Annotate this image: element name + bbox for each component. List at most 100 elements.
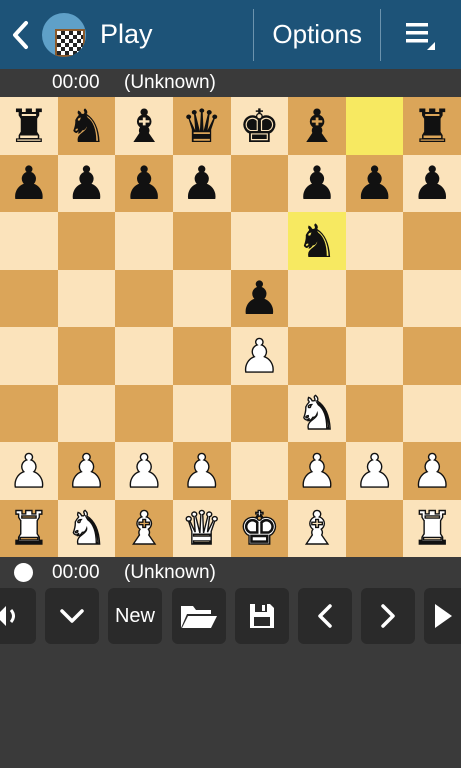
save-game-button[interactable] <box>235 588 289 644</box>
board-square[interactable] <box>115 384 173 442</box>
board-square[interactable]: ♝ <box>115 499 173 557</box>
board-square[interactable] <box>0 269 58 327</box>
overflow-menu-button[interactable] <box>381 0 461 69</box>
board-square[interactable]: ♞ <box>288 384 346 442</box>
expand-button[interactable] <box>45 588 99 644</box>
white-pawn-icon[interactable]: ♟ <box>7 447 50 494</box>
white-king-icon[interactable]: ♚ <box>238 505 281 552</box>
board-square[interactable] <box>345 212 404 270</box>
black-bishop-icon[interactable]: ♝ <box>123 103 164 149</box>
board-square[interactable]: ♟ <box>288 154 346 212</box>
white-queen-icon[interactable]: ♛ <box>180 505 223 552</box>
board-square[interactable] <box>115 327 173 385</box>
board-square[interactable]: ♟ <box>288 442 346 500</box>
board-square[interactable] <box>288 327 346 385</box>
open-game-button[interactable] <box>172 588 226 644</box>
board-square[interactable] <box>230 384 289 442</box>
board-square[interactable] <box>172 212 231 270</box>
board-square[interactable] <box>345 269 404 327</box>
white-bishop-icon[interactable]: ♝ <box>296 505 339 552</box>
board-square[interactable] <box>0 384 58 442</box>
black-king-icon[interactable]: ♚ <box>239 103 280 149</box>
board-square[interactable] <box>0 327 58 385</box>
black-pawn-icon[interactable]: ♟ <box>239 275 280 321</box>
black-pawn-icon[interactable]: ♟ <box>8 160 49 206</box>
board-square[interactable]: ♟ <box>57 442 116 500</box>
app-logo-icon[interactable] <box>42 12 86 57</box>
white-pawn-icon[interactable]: ♟ <box>180 447 223 494</box>
board-square[interactable]: ♚ <box>230 499 289 557</box>
white-rook-icon[interactable]: ♜ <box>7 505 50 552</box>
white-pawn-icon[interactable]: ♟ <box>238 332 281 379</box>
board-square[interactable] <box>345 97 404 155</box>
black-pawn-icon[interactable]: ♟ <box>412 160 453 206</box>
board-square[interactable]: ♞ <box>57 499 116 557</box>
board-square[interactable]: ♟ <box>345 154 404 212</box>
board-square[interactable]: ♛ <box>172 97 231 155</box>
black-rook-icon[interactable]: ♜ <box>412 103 453 149</box>
black-pawn-icon[interactable]: ♟ <box>66 160 107 206</box>
board-square[interactable] <box>230 212 289 270</box>
black-rook-icon[interactable]: ♜ <box>8 103 49 149</box>
board-square[interactable]: ♞ <box>288 212 346 270</box>
options-button[interactable]: Options <box>254 19 380 50</box>
board-square[interactable] <box>172 384 231 442</box>
play-button[interactable] <box>424 588 461 644</box>
board-square[interactable]: ♟ <box>345 442 404 500</box>
board-square[interactable] <box>57 212 116 270</box>
sound-button[interactable] <box>0 588 36 644</box>
board-square[interactable]: ♟ <box>172 442 231 500</box>
board-square[interactable]: ♟ <box>0 442 58 500</box>
white-pawn-icon[interactable]: ♟ <box>411 447 454 494</box>
board-square[interactable] <box>172 269 231 327</box>
board-square[interactable]: ♟ <box>403 154 461 212</box>
white-knight-icon[interactable]: ♞ <box>65 505 108 552</box>
board-square[interactable]: ♟ <box>403 442 461 500</box>
board-square[interactable]: ♚ <box>230 97 289 155</box>
black-queen-icon[interactable]: ♛ <box>181 103 222 149</box>
board-square[interactable] <box>345 384 404 442</box>
board-square[interactable] <box>172 327 231 385</box>
black-bishop-icon[interactable]: ♝ <box>296 103 337 149</box>
board-square[interactable]: ♜ <box>403 499 461 557</box>
board-square[interactable] <box>345 499 404 557</box>
board-square[interactable]: ♞ <box>57 97 116 155</box>
board-square[interactable]: ♟ <box>172 154 231 212</box>
board-square[interactable]: ♟ <box>57 154 116 212</box>
back-button[interactable] <box>0 0 40 69</box>
white-pawn-icon[interactable]: ♟ <box>353 447 396 494</box>
board-square[interactable] <box>57 384 116 442</box>
board-square[interactable] <box>230 442 289 500</box>
next-move-button[interactable] <box>361 588 415 644</box>
white-knight-icon[interactable]: ♞ <box>296 390 339 437</box>
board-square[interactable]: ♟ <box>0 154 58 212</box>
white-pawn-icon[interactable]: ♟ <box>123 447 166 494</box>
chess-board[interactable]: ♜ ♞ ♝ ♛ ♚ ♝ ♜ ♟ ♟ ♟ ♟ ♟ ♟ ♟ ♞ ♟ ♟ ♞ ♟ ♟ ♟ ♟ ♟ ♟ ♟ ♜ ♞ ♝ ♛ ♚ ♝ ♜ <box>0 97 461 557</box>
board-square[interactable] <box>57 327 116 385</box>
board-square[interactable]: ♟ <box>115 154 173 212</box>
black-pawn-icon[interactable]: ♟ <box>354 160 395 206</box>
board-square[interactable]: ♝ <box>288 499 346 557</box>
board-square[interactable] <box>57 269 116 327</box>
white-pawn-icon[interactable]: ♟ <box>65 447 108 494</box>
black-pawn-icon[interactable]: ♟ <box>181 160 222 206</box>
board-square[interactable]: ♝ <box>115 97 173 155</box>
white-bishop-icon[interactable]: ♝ <box>123 505 166 552</box>
black-pawn-icon[interactable]: ♟ <box>123 160 164 206</box>
board-square[interactable] <box>345 327 404 385</box>
board-square[interactable] <box>403 327 461 385</box>
board-square[interactable]: ♟ <box>115 442 173 500</box>
board-square[interactable] <box>115 212 173 270</box>
board-square[interactable] <box>230 154 289 212</box>
board-square[interactable] <box>403 384 461 442</box>
black-pawn-icon[interactable]: ♟ <box>296 160 337 206</box>
board-square[interactable] <box>288 269 346 327</box>
board-square[interactable]: ♛ <box>172 499 231 557</box>
white-rook-icon[interactable]: ♜ <box>411 505 454 552</box>
board-square[interactable] <box>0 212 58 270</box>
board-square[interactable] <box>115 269 173 327</box>
board-square[interactable]: ♜ <box>0 499 58 557</box>
white-pawn-icon[interactable]: ♟ <box>296 447 339 494</box>
board-square[interactable]: ♟ <box>230 327 289 385</box>
previous-move-button[interactable] <box>298 588 352 644</box>
